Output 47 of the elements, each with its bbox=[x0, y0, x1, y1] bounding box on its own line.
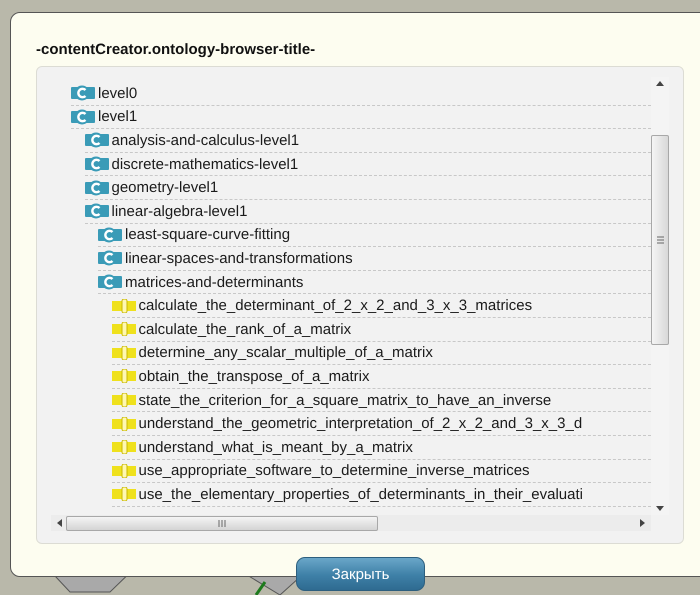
scroll-right-icon[interactable] bbox=[640, 519, 645, 527]
class-icon bbox=[71, 108, 95, 125]
scroll-left-icon[interactable] bbox=[57, 519, 62, 527]
dialog-title: -contentCreator.ontology-browser-title- bbox=[36, 41, 316, 58]
tree-item[interactable]: determine_any_scalar_multiple_of_a_matrix bbox=[112, 342, 651, 366]
close-button[interactable]: Закрыть bbox=[296, 557, 425, 591]
tree-item[interactable]: use_the_elementary_properties_of_determinants_in_their_evaluati bbox=[112, 483, 651, 507]
tree-item[interactable]: analysis-and-calculus-level1 bbox=[84, 129, 651, 153]
individual-icon bbox=[112, 464, 136, 478]
tree-item[interactable]: matrices-and-determinants bbox=[98, 270, 651, 294]
tree-item[interactable]: understand_the_geometric_interpretation_of_2_x_2_and_3_x_3_d bbox=[112, 412, 651, 436]
individual-icon bbox=[112, 322, 136, 336]
individual-icon bbox=[112, 346, 136, 360]
tree-item[interactable]: level0 bbox=[71, 82, 651, 106]
tree-item[interactable]: geometry-level1 bbox=[84, 176, 651, 200]
tree-item[interactable]: use_appropriate_software_to_determine_inverse_matrices bbox=[112, 460, 651, 484]
class-icon bbox=[84, 203, 108, 220]
tree-item[interactable]: calculate_the_determinant_of_2_x_2_and_3_x_3_matrices bbox=[112, 294, 651, 318]
scroll-up-icon[interactable] bbox=[656, 81, 664, 86]
class-icon bbox=[84, 132, 108, 148]
individual-icon bbox=[112, 393, 136, 408]
individual-icon bbox=[112, 487, 136, 502]
scroll-thumb[interactable] bbox=[651, 135, 669, 345]
tree-item[interactable]: linear-algebra-level1 bbox=[84, 200, 651, 224]
tree-item[interactable]: level1 bbox=[71, 106, 651, 130]
tree-item[interactable]: discrete-mathematics-level1 bbox=[84, 152, 651, 176]
class-icon bbox=[98, 274, 122, 290]
class-icon bbox=[71, 85, 95, 102]
tree-item[interactable]: linear-spaces-and-transformations bbox=[98, 247, 651, 271]
tree-item[interactable]: least-square-curve-fitting bbox=[98, 224, 651, 248]
individual-icon bbox=[112, 298, 136, 313]
tree-item[interactable]: state_the_criterion_for_a_square_matrix_to_have_an_inverse bbox=[112, 388, 651, 412]
grip-icon bbox=[656, 236, 664, 244]
grip-icon bbox=[218, 520, 226, 526]
class-icon bbox=[84, 180, 108, 196]
class-icon bbox=[84, 156, 108, 172]
individual-icon bbox=[112, 416, 136, 431]
individual-icon bbox=[112, 440, 136, 454]
class-icon bbox=[98, 226, 122, 243]
tree-item[interactable]: understand_what_is_meant_by_a_matrix bbox=[112, 436, 651, 460]
tree-item[interactable]: calculate_the_rank_of_a_matrix bbox=[112, 318, 651, 342]
horizontal-scrollbar[interactable] bbox=[51, 515, 651, 531]
scroll-down-icon[interactable] bbox=[656, 506, 664, 511]
individual-icon bbox=[112, 369, 136, 384]
tree-item[interactable]: obtain_the_transpose_of_a_matrix bbox=[112, 365, 651, 389]
class-icon bbox=[98, 250, 122, 266]
scroll-thumb[interactable] bbox=[66, 516, 378, 530]
